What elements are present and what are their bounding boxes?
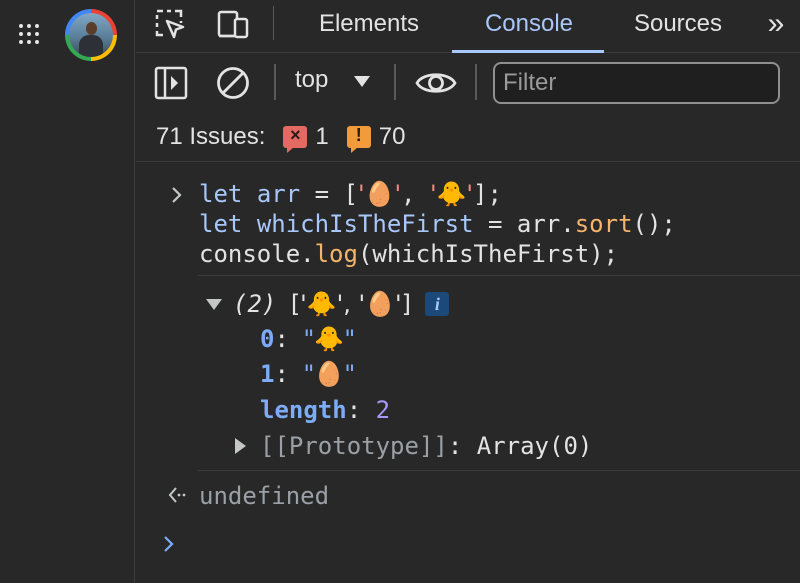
return-value: undefined: [199, 482, 330, 510]
profile-avatar[interactable]: [65, 9, 117, 61]
return-arrow-icon: [168, 487, 186, 503]
devtools-panel: Elements Console Sources » top 71 Issues…: [136, 0, 800, 583]
toolbar-separator: [274, 64, 276, 100]
tab-console[interactable]: Console: [456, 0, 602, 53]
apps-grid-icon[interactable]: [19, 24, 39, 44]
tab-bar-separator: [273, 6, 274, 40]
show-sidebar-icon[interactable]: [153, 65, 189, 101]
live-expression-icon[interactable]: [415, 65, 457, 101]
array-summary[interactable]: (2) ['🐥', '🥚'] i: [233, 289, 450, 319]
input-line-3: console.log(whichIsTheFirst);: [199, 240, 619, 268]
array-prototype[interactable]: [[Prototype]]: Array(0): [260, 431, 592, 461]
issues-label: 71 Issues:: [156, 123, 266, 150]
warning-count: 70: [378, 123, 406, 150]
browser-sidebar: [0, 0, 135, 583]
console-prompt-icon: [164, 536, 174, 552]
toolbar-separator: [394, 64, 396, 100]
array-entry-0: 0: "🐥": [260, 325, 356, 353]
array-entry-1: 1: "🥚": [260, 360, 356, 388]
active-tab-indicator: [452, 50, 604, 53]
more-tabs-button[interactable]: »: [758, 0, 794, 53]
collapse-triangle-icon[interactable]: [235, 438, 246, 454]
expand-triangle-icon[interactable]: [206, 299, 222, 310]
devtools-tab-bar: Elements Console Sources »: [136, 0, 800, 53]
input-line-1: let arr = ['🥚', '🐥'];: [199, 180, 502, 208]
row-separator: [198, 470, 800, 471]
inspect-element-icon[interactable]: [153, 7, 189, 43]
error-count: 1: [315, 123, 329, 150]
array-length: length: 2: [260, 396, 391, 424]
console-output[interactable]: let arr = ['🥚', '🐥']; let whichIsTheFirs…: [136, 162, 800, 583]
info-icon[interactable]: i: [425, 292, 450, 316]
tab-elements[interactable]: Elements: [304, 0, 434, 53]
row-separator: [198, 275, 800, 276]
issues-bar[interactable]: 71 Issues: × 1 ! 70: [156, 122, 406, 153]
context-selector[interactable]: top: [295, 66, 328, 94]
error-issue-icon: ×: [283, 126, 308, 153]
console-prompt-input[interactable]: [199, 528, 779, 558]
input-line-2: let whichIsTheFirst = arr.sort();: [199, 210, 676, 238]
filter-input[interactable]: [493, 62, 780, 104]
warning-issue-icon: !: [346, 126, 371, 153]
toolbar-separator: [475, 64, 477, 100]
chevron-right-icon: [172, 187, 182, 203]
clear-console-icon[interactable]: [215, 65, 251, 101]
tab-sources[interactable]: Sources: [622, 0, 734, 53]
chevron-down-icon[interactable]: [354, 76, 370, 87]
device-toolbar-icon[interactable]: [215, 7, 251, 43]
console-toolbar: top: [136, 54, 800, 113]
